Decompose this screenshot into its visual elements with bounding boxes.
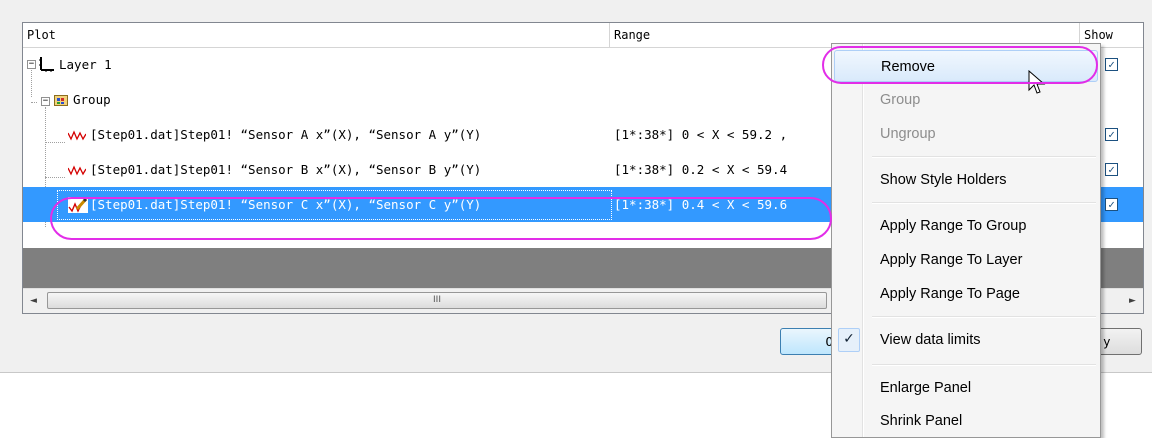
menu-item-remove[interactable]: Remove bbox=[834, 50, 1098, 82]
menu-separator bbox=[872, 202, 1096, 204]
layer-icon bbox=[39, 57, 54, 72]
layer-label: Layer 1 bbox=[59, 57, 112, 72]
plot-range: [1*:38*] 0.4 < X < 59.6 bbox=[614, 197, 788, 212]
menu-item-apply-range-to-group[interactable]: Apply Range To Group bbox=[834, 210, 1098, 242]
plot-range: [1*:38*] 0 < X < 59.2 , bbox=[614, 127, 788, 142]
menu-separator bbox=[872, 364, 1096, 366]
show-checkbox[interactable]: ✓ bbox=[1105, 163, 1118, 176]
plot-range: [1*:38*] 0.2 < X < 59.4 bbox=[614, 162, 788, 177]
menu-item-enlarge-panel[interactable]: Enlarge Panel bbox=[834, 372, 1098, 404]
scroll-right-icon[interactable]: ► bbox=[1124, 291, 1141, 311]
mouse-cursor-icon bbox=[1028, 70, 1046, 94]
scroll-left-icon[interactable]: ◄ bbox=[25, 291, 42, 311]
show-checkbox[interactable]: ✓ bbox=[1105, 58, 1118, 71]
line-plot-icon bbox=[68, 165, 86, 176]
group-label: Group bbox=[73, 92, 111, 107]
menu-item-apply-range-to-page[interactable]: Apply Range To Page bbox=[834, 278, 1098, 310]
collapse-icon[interactable]: − bbox=[41, 97, 50, 106]
menu-item-view-data-limits[interactable]: View data limits bbox=[834, 324, 1098, 356]
menu-separator bbox=[872, 156, 1096, 158]
context-menu: Remove Group Ungroup Show Style Holders … bbox=[831, 43, 1101, 438]
menu-item-apply-range-to-layer[interactable]: Apply Range To Layer bbox=[834, 244, 1098, 276]
plot-name: [Step01.dat]Step01! “Sensor B x”(X), “Se… bbox=[90, 162, 482, 177]
menu-item-show-style-holders[interactable]: Show Style Holders bbox=[834, 164, 1098, 196]
menu-item-shrink-panel[interactable]: Shrink Panel bbox=[834, 405, 1098, 437]
column-plot[interactable]: Plot bbox=[23, 23, 610, 47]
line-plot-icon bbox=[68, 130, 86, 141]
plot-name: [Step01.dat]Step01! “Sensor C x”(X), “Se… bbox=[90, 197, 482, 212]
group-folder-icon bbox=[54, 95, 68, 106]
edited-plot-icon bbox=[68, 197, 88, 213]
menu-separator bbox=[872, 316, 1096, 318]
collapse-icon[interactable]: − bbox=[27, 60, 36, 69]
menu-item-group[interactable]: Group bbox=[834, 84, 1098, 116]
plot-name: [Step01.dat]Step01! “Sensor A x”(X), “Se… bbox=[90, 127, 482, 142]
menu-item-ungroup[interactable]: Ungroup bbox=[834, 118, 1098, 150]
show-checkbox[interactable]: ✓ bbox=[1105, 128, 1118, 141]
scrollbar-thumb[interactable]: III bbox=[47, 292, 827, 309]
show-checkbox[interactable]: ✓ bbox=[1105, 198, 1118, 211]
